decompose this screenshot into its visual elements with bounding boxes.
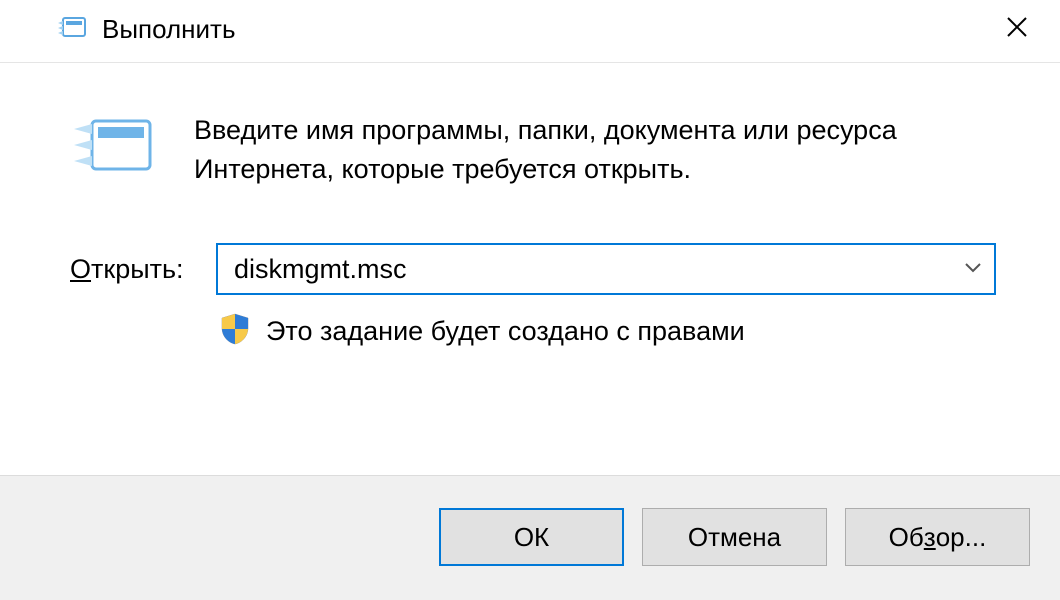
run-dialog: Выполнить Введите имя программы, папки, … bbox=[0, 0, 1060, 600]
dialog-title: Выполнить bbox=[102, 14, 236, 45]
description-row: Введите имя программы, папки, документа … bbox=[70, 111, 1030, 189]
dialog-body: Введите имя программы, папки, документа … bbox=[0, 63, 1060, 475]
input-row: Открыть: bbox=[70, 243, 1030, 295]
run-body-icon bbox=[70, 111, 154, 186]
admin-row: Это задание будет создано с правами bbox=[220, 313, 1030, 350]
open-label: Открыть: bbox=[70, 254, 190, 285]
shield-icon bbox=[220, 313, 250, 350]
admin-note-text: Это задание будет создано с правами bbox=[266, 316, 745, 347]
close-button[interactable] bbox=[994, 10, 1040, 48]
browse-button[interactable]: Обзор... bbox=[845, 508, 1030, 566]
open-input[interactable] bbox=[216, 243, 996, 295]
cancel-button[interactable]: Отмена bbox=[642, 508, 827, 566]
ok-button[interactable]: ОК bbox=[439, 508, 624, 566]
titlebar-left: Выполнить bbox=[58, 14, 236, 45]
description-text: Введите имя программы, папки, документа … bbox=[194, 111, 954, 189]
dialog-footer: ОК Отмена Обзор... bbox=[0, 475, 1060, 600]
titlebar: Выполнить bbox=[0, 0, 1060, 63]
open-combobox[interactable] bbox=[216, 243, 996, 295]
run-title-icon bbox=[58, 15, 86, 44]
